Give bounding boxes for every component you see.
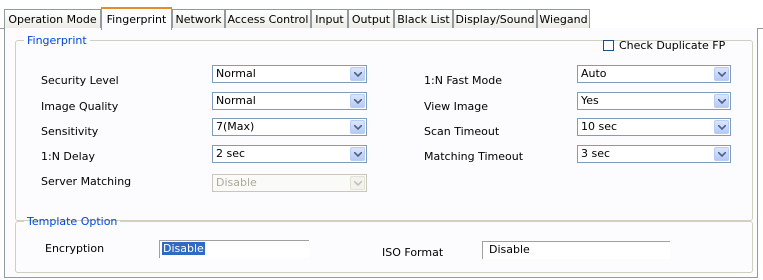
- fast-mode-value: Auto: [581, 67, 607, 80]
- iso-format-value: Disable: [489, 243, 530, 256]
- chevron-down-icon[interactable]: [714, 120, 729, 134]
- matching-timeout-select[interactable]: 3 sec: [577, 145, 731, 163]
- tab-strip: Operation Mode Fingerprint Network Acces…: [0, 7, 763, 30]
- chevron-down-icon[interactable]: [350, 120, 365, 134]
- security-level-label: Security Level: [41, 74, 119, 87]
- encryption-value: Disable: [162, 242, 205, 255]
- encryption-field[interactable]: Disable: [159, 240, 309, 258]
- tab-output[interactable]: Output: [348, 9, 394, 29]
- tab-black-list[interactable]: Black List: [394, 9, 453, 29]
- view-image-value: Yes: [581, 94, 599, 107]
- tab-operation-mode[interactable]: Operation Mode: [4, 9, 101, 29]
- server-matching-select: Disable: [212, 174, 367, 192]
- iso-format-label: ISO Format: [382, 246, 444, 259]
- sensitivity-value: 7(Max): [216, 120, 255, 133]
- matching-timeout-value: 3 sec: [581, 147, 611, 160]
- sensitivity-select[interactable]: 7(Max): [212, 118, 367, 136]
- view-image-select[interactable]: Yes: [577, 92, 731, 110]
- tab-wiegand[interactable]: Wiegand: [537, 9, 590, 29]
- chevron-down-icon[interactable]: [350, 67, 365, 81]
- n-delay-value: 2 sec: [216, 147, 246, 160]
- chevron-down-icon[interactable]: [714, 147, 729, 161]
- chevron-down-icon[interactable]: [714, 94, 729, 108]
- sensitivity-label: Sensitivity: [41, 125, 99, 138]
- scan-timeout-value: 10 sec: [581, 120, 618, 133]
- image-quality-label: Image Quality: [41, 100, 119, 113]
- template-option-legend: Template Option: [27, 215, 118, 228]
- fast-mode-select[interactable]: Auto: [577, 65, 731, 83]
- image-quality-value: Normal: [216, 94, 256, 107]
- chevron-down-icon[interactable]: [350, 94, 365, 108]
- view-image-label: View Image: [424, 100, 489, 113]
- chevron-down-icon: [350, 176, 365, 190]
- fast-mode-label: 1:N Fast Mode: [424, 74, 502, 87]
- tab-network[interactable]: Network: [172, 9, 225, 29]
- matching-timeout-label: Matching Timeout: [424, 150, 524, 163]
- tab-access-control[interactable]: Access Control: [225, 9, 311, 29]
- scan-timeout-select[interactable]: 10 sec: [577, 118, 731, 136]
- iso-format-field[interactable]: Disable: [482, 241, 670, 259]
- n-delay-select[interactable]: 2 sec: [212, 145, 367, 163]
- check-duplicate-label: Check Duplicate FP: [619, 39, 726, 52]
- chevron-down-icon[interactable]: [350, 147, 365, 161]
- encryption-label: Encryption: [45, 242, 105, 255]
- security-level-select[interactable]: Normal: [212, 65, 367, 83]
- n-delay-label: 1:N Delay: [41, 150, 95, 163]
- tab-input[interactable]: Input: [311, 9, 348, 29]
- tab-fingerprint[interactable]: Fingerprint: [101, 7, 172, 30]
- tab-panel: Fingerprint Check Duplicate FP Security …: [4, 28, 758, 278]
- scan-timeout-label: Scan Timeout: [424, 125, 500, 138]
- fingerprint-legend: Fingerprint: [27, 34, 87, 47]
- server-matching-value: Disable: [216, 176, 257, 189]
- server-matching-label: Server Matching: [41, 175, 132, 188]
- chevron-down-icon[interactable]: [714, 67, 729, 81]
- security-level-value: Normal: [216, 67, 256, 80]
- tab-display-sound[interactable]: Display/Sound: [453, 9, 537, 29]
- check-duplicate-checkbox[interactable]: [603, 40, 614, 51]
- image-quality-select[interactable]: Normal: [212, 92, 367, 110]
